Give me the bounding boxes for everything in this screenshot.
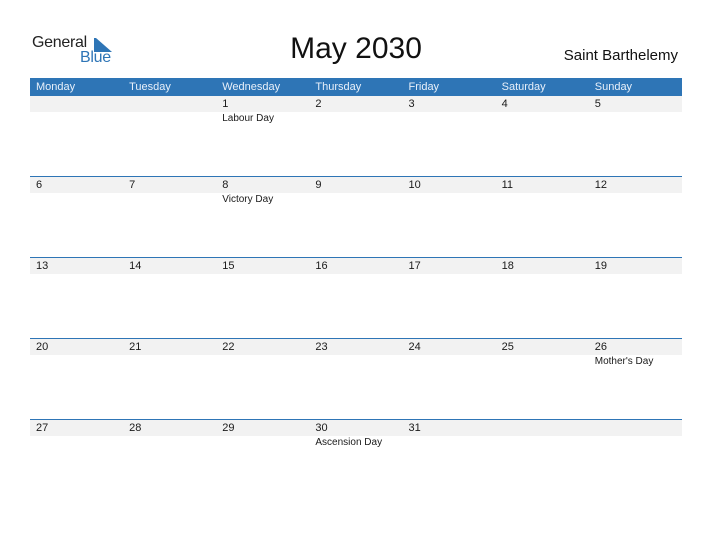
day-number: 28	[129, 422, 142, 434]
day-number: 3	[408, 98, 415, 110]
day-cell	[496, 420, 589, 501]
day-cell: 31	[403, 420, 496, 501]
holiday-label: Mother's Day	[594, 356, 654, 367]
day-number: 20	[36, 341, 49, 353]
day-number: 6	[36, 179, 43, 191]
day-cell: 27	[30, 420, 123, 501]
day-number	[129, 96, 216, 112]
day-number: 5	[594, 98, 601, 110]
day-cell	[589, 420, 682, 501]
day-cell: 12	[589, 177, 682, 258]
day-cell: 26 Mother's Day	[589, 339, 682, 420]
day-cell: 17	[403, 258, 496, 339]
day-cell	[30, 96, 123, 177]
day-cell: 29	[216, 420, 309, 501]
week-row: 13 14 15 16 17 18 19	[30, 257, 682, 339]
day-number: 7	[129, 179, 136, 191]
day-number	[502, 420, 589, 436]
week-cells: 20 21 22 23 24 25 26 Mother's Day	[30, 339, 682, 420]
day-number: 1	[222, 98, 229, 110]
day-number: 25	[501, 341, 514, 353]
day-cell: 21	[123, 339, 216, 420]
week-row: 1 Labour Day 2 3 4 5	[30, 96, 682, 177]
day-number: 11	[501, 179, 514, 191]
weekday-tuesday: Tuesday	[129, 81, 171, 93]
week-cells: 27 28 29 30 Ascension Day 31	[30, 420, 682, 501]
week-cells: 13 14 15 16 17 18 19	[30, 258, 682, 339]
day-cell: 24	[403, 339, 496, 420]
day-number: 8	[222, 179, 229, 191]
week-row: 6 7 8 Victory Day 9 10 11 12	[30, 176, 682, 258]
day-cell: 5	[589, 96, 682, 177]
day-number: 31	[408, 422, 421, 434]
day-number: 14	[129, 260, 142, 272]
day-cell: 22	[216, 339, 309, 420]
day-cell: 11	[496, 177, 589, 258]
day-cell: 6	[30, 177, 123, 258]
day-cell: 9	[309, 177, 402, 258]
weekday-monday: Monday	[36, 81, 76, 93]
day-number: 12	[594, 179, 607, 191]
day-number: 27	[36, 422, 49, 434]
week-cells: 6 7 8 Victory Day 9 10 11 12	[30, 177, 682, 258]
week-row: 27 28 29 30 Ascension Day 31	[30, 419, 682, 501]
day-cell	[123, 96, 216, 177]
day-number: 9	[315, 179, 322, 191]
day-number: 19	[594, 260, 607, 272]
holiday-label: Labour Day	[222, 113, 274, 124]
day-number	[36, 96, 123, 112]
day-cell: 8 Victory Day	[216, 177, 309, 258]
day-number: 16	[315, 260, 328, 272]
day-number	[595, 420, 682, 436]
weekday-thursday: Thursday	[315, 81, 362, 93]
day-number: 30	[315, 422, 328, 434]
day-number: 10	[408, 179, 421, 191]
week-row: 20 21 22 23 24 25 26 Mother's Day	[30, 338, 682, 420]
week-cells: 1 Labour Day 2 3 4 5	[30, 96, 682, 177]
day-cell: 7	[123, 177, 216, 258]
day-number: 23	[315, 341, 328, 353]
day-cell: 15	[216, 258, 309, 339]
day-number: 17	[408, 260, 421, 272]
day-number: 29	[222, 422, 235, 434]
day-cell: 13	[30, 258, 123, 339]
holiday-label: Ascension Day	[315, 437, 383, 448]
day-cell: 14	[123, 258, 216, 339]
day-cell: 20	[30, 339, 123, 420]
day-cell: 4	[496, 96, 589, 177]
day-cell: 30 Ascension Day	[309, 420, 402, 501]
day-number: 4	[501, 98, 508, 110]
day-cell: 1 Labour Day	[216, 96, 309, 177]
day-number: 26	[594, 341, 607, 353]
holiday-label: Victory Day	[222, 194, 274, 205]
day-cell: 25	[496, 339, 589, 420]
day-number: 2	[315, 98, 322, 110]
day-cell: 3	[403, 96, 496, 177]
weekday-friday: Friday	[408, 81, 440, 93]
weekday-wednesday: Wednesday	[222, 81, 281, 93]
day-cell: 2	[309, 96, 402, 177]
day-cell: 18	[496, 258, 589, 339]
day-number: 13	[36, 260, 49, 272]
day-number: 18	[501, 260, 514, 272]
day-cell: 19	[589, 258, 682, 339]
day-cell: 10	[403, 177, 496, 258]
day-number: 21	[129, 341, 142, 353]
weekday-header: Monday Tuesday Wednesday Thursday Friday…	[30, 78, 682, 96]
day-number: 22	[222, 341, 235, 353]
weekday-sunday: Sunday	[594, 81, 633, 93]
weekday-saturday: Saturday	[501, 81, 546, 93]
day-number: 24	[408, 341, 421, 353]
country-name: Saint Barthelemy	[563, 47, 678, 64]
day-number: 15	[222, 260, 235, 272]
day-cell: 23	[309, 339, 402, 420]
day-cell: 16	[309, 258, 402, 339]
day-cell: 28	[123, 420, 216, 501]
